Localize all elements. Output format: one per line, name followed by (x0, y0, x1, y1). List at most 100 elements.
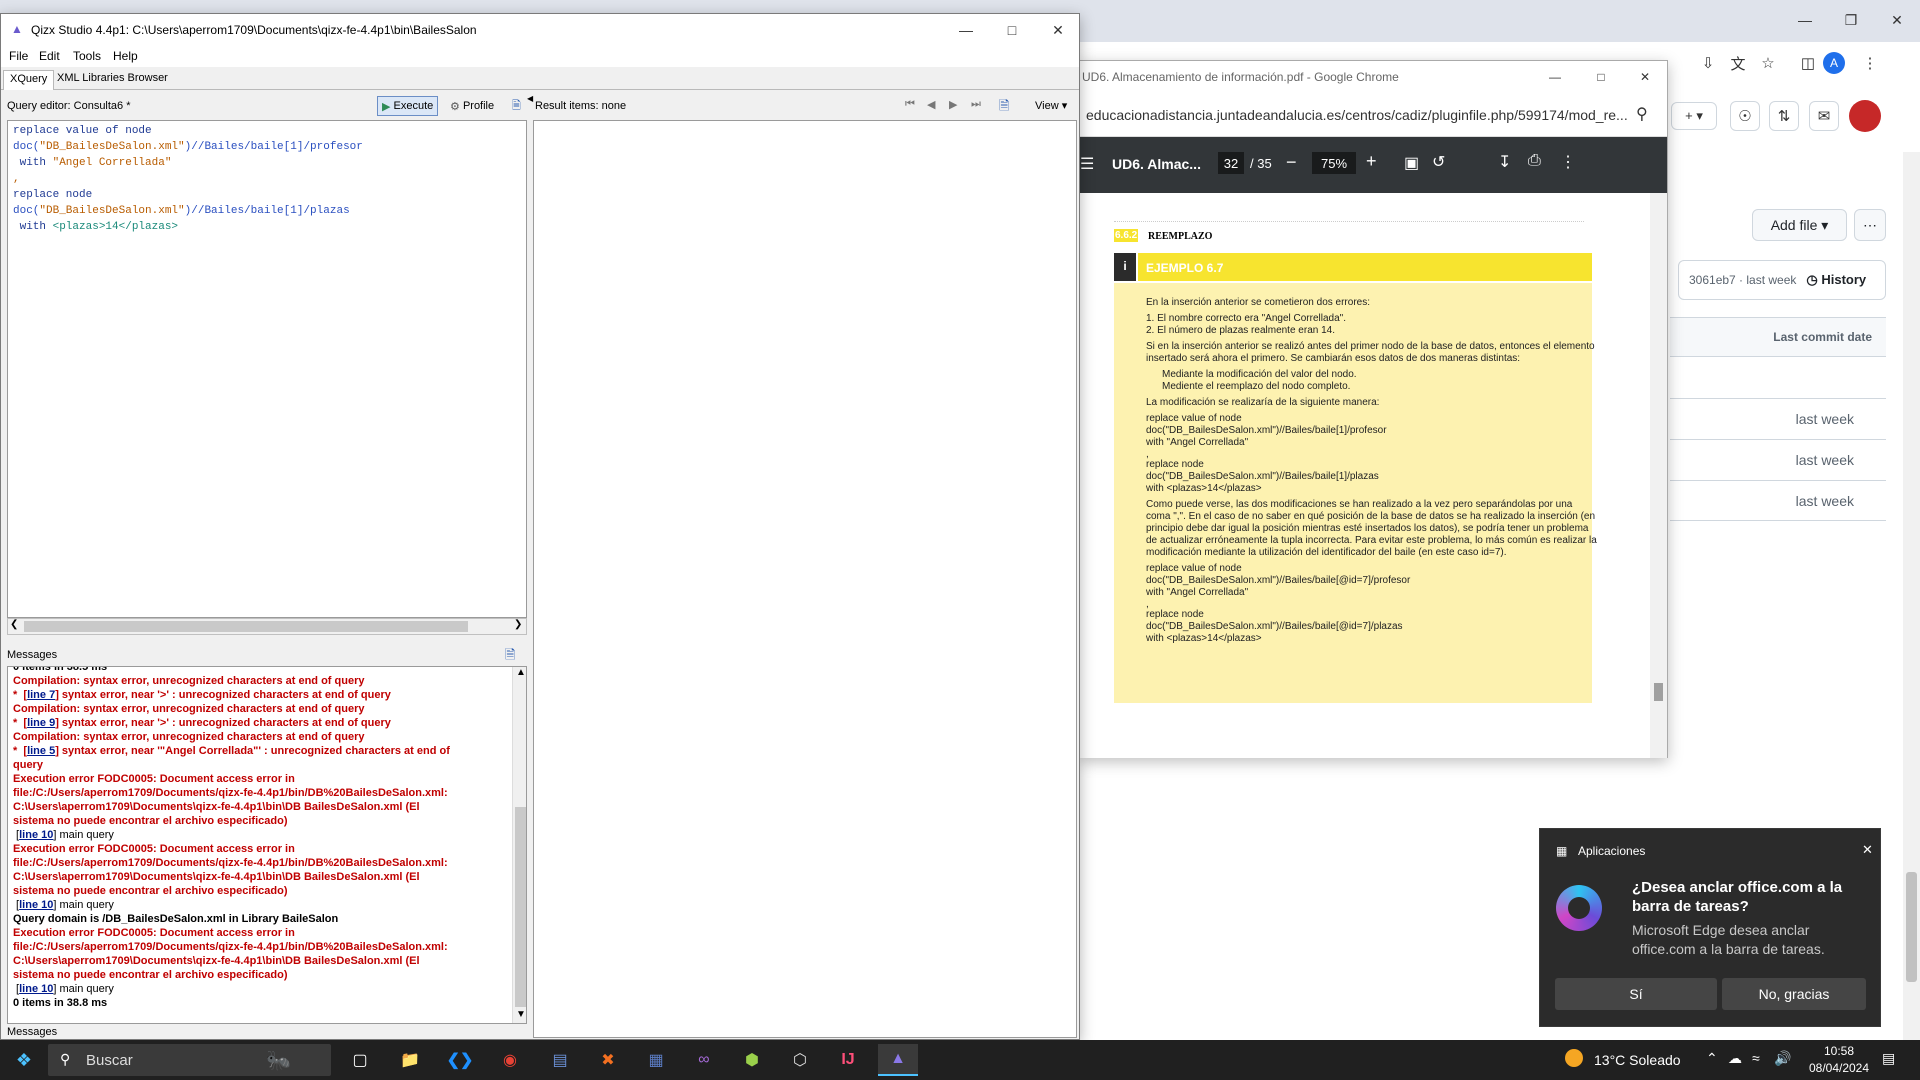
clock-date[interactable]: 08/04/2024 (1806, 1061, 1872, 1075)
bookmark-star-icon[interactable]: ☆ (1753, 48, 1783, 78)
scroll-down-icon[interactable]: ▼ (516, 1009, 526, 1020)
close-icon[interactable]: ✕ (1862, 842, 1873, 858)
unity-icon[interactable]: ⬡ (780, 1044, 820, 1076)
tab-xquery[interactable]: XQuery (3, 70, 55, 90)
menu-edit[interactable]: Edit (39, 49, 60, 63)
chrome-scrollbar[interactable] (1903, 152, 1920, 1040)
file-row-date[interactable]: last week (1670, 439, 1886, 480)
create-new-icon[interactable]: + ▾ (1671, 102, 1717, 130)
execute-button[interactable]: ▶ Execute (377, 96, 439, 116)
download-icon[interactable]: ↧ (1498, 152, 1511, 172)
profile-button[interactable]: ⚙ Profile (445, 96, 499, 116)
user-avatar[interactable] (1849, 100, 1881, 132)
vscode-icon[interactable]: ❮❯ (440, 1044, 480, 1076)
install-app-icon[interactable]: ⇩ (1693, 48, 1723, 78)
history-link[interactable]: ◷ History (1806, 272, 1866, 288)
chrome-icon[interactable]: ◉ (490, 1044, 530, 1076)
minimize-icon[interactable]: — (943, 10, 989, 50)
scroll-up-icon[interactable]: ▲ (516, 667, 526, 678)
file-row-date[interactable]: last week (1670, 398, 1886, 439)
issues-icon[interactable]: ☉ (1730, 101, 1760, 131)
volume-icon[interactable]: 🔊 (1774, 1050, 1791, 1067)
no-thanks-button[interactable]: No, gracias (1722, 978, 1866, 1010)
side-panel-icon[interactable]: ◫ (1793, 48, 1823, 78)
query-editor[interactable]: replace value of node doc("DB_BailesDeSa… (7, 120, 527, 618)
weather-text[interactable]: 13°C Soleado (1594, 1052, 1681, 1068)
scrollbar-thumb[interactable] (515, 807, 526, 1007)
close-icon[interactable]: ✕ (1874, 0, 1920, 40)
app-icon[interactable]: ⬢ (732, 1044, 772, 1076)
close-icon[interactable]: ✕ (1622, 57, 1668, 97)
page-number-input[interactable]: 32 (1218, 152, 1244, 174)
add-file-button[interactable]: Add file ▾ (1752, 209, 1847, 241)
xampp-icon[interactable]: ✖ (588, 1044, 628, 1076)
export-icon[interactable]: 🗎 (999, 97, 1009, 119)
print-icon[interactable]: ⎙ (1528, 152, 1541, 170)
commit-text[interactable]: 3061eb7 · last week (1689, 273, 1796, 287)
address-bar[interactable]: educacionadistancia.juntadeandalucia.es/… (1080, 93, 1667, 137)
menu-file[interactable]: File (9, 49, 28, 63)
intellij-icon[interactable]: IJ (828, 1044, 868, 1076)
scroll-right-icon[interactable]: ❯ (514, 619, 522, 630)
bottom-tab-messages[interactable]: Messages (7, 1026, 67, 1040)
onedrive-icon[interactable]: ☁ (1728, 1050, 1742, 1067)
search-icon[interactable]: ⚲ (1636, 104, 1648, 124)
scroll-left-icon[interactable]: ❮ (10, 619, 18, 630)
tray-chevron-icon[interactable]: ⌃ (1706, 1050, 1718, 1067)
more-icon[interactable]: ⋮ (1560, 152, 1576, 172)
url-text[interactable]: educacionadistancia.juntadeandalucia.es/… (1086, 107, 1628, 123)
line-link[interactable]: line 10 (19, 899, 53, 911)
messages-vertical-scrollbar[interactable]: ▲ ▼ (512, 667, 526, 1023)
clear-editor-icon[interactable]: 🗎 (507, 96, 526, 116)
visual-studio-icon[interactable]: ∞ (684, 1044, 724, 1076)
previous-icon[interactable]: ◀ (927, 98, 935, 111)
close-icon[interactable]: ✕ (1035, 10, 1081, 50)
menu-tools[interactable]: Tools (73, 49, 101, 63)
translate-icon[interactable]: 文 (1723, 48, 1753, 78)
line-link[interactable]: line 10 (19, 829, 53, 841)
next-icon[interactable]: ▶ (949, 98, 957, 111)
minimize-icon[interactable]: — (1782, 0, 1828, 40)
pull-requests-icon[interactable]: ⇅ (1769, 101, 1799, 131)
zoom-out-icon[interactable]: − (1286, 152, 1297, 173)
wifi-icon[interactable]: ≈ (1752, 1050, 1760, 1066)
maximize-icon[interactable]: □ (989, 10, 1035, 50)
clear-messages-icon[interactable]: 🗎 (505, 646, 515, 668)
first-page-icon[interactable]: ⏮ (905, 98, 915, 111)
task-view-icon[interactable]: ▢ (340, 1044, 380, 1076)
editor-horizontal-scrollbar[interactable]: ❮ ❯ (7, 618, 527, 635)
yes-button[interactable]: Sí (1555, 978, 1717, 1010)
scrollbar-thumb[interactable] (1654, 683, 1663, 701)
fit-page-icon[interactable]: ▣ (1404, 153, 1419, 173)
file-row-date[interactable]: last week (1670, 480, 1886, 521)
minimize-icon[interactable]: — (1532, 57, 1578, 97)
view-dropdown[interactable]: View ▾ (1035, 99, 1067, 112)
notifications-icon[interactable]: ▤ (1882, 1050, 1895, 1067)
scrollbar-thumb[interactable] (1906, 872, 1917, 982)
start-icon[interactable]: ❖ (4, 1044, 44, 1076)
line-link[interactable]: line 5 (27, 745, 55, 757)
more-options-icon[interactable]: ⋯ (1854, 209, 1886, 241)
search-box[interactable]: ⚲ Buscar 🐜 (48, 1044, 331, 1076)
scrollbar-thumb[interactable] (24, 621, 468, 632)
maximize-icon[interactable]: □ (1578, 57, 1624, 97)
clock-time[interactable]: 10:58 (1812, 1044, 1866, 1058)
app-icon[interactable]: ▤ (540, 1044, 580, 1076)
file-explorer-icon[interactable]: 📁 (390, 1044, 430, 1076)
restore-icon[interactable]: ❐ (1828, 0, 1874, 40)
last-page-icon[interactable]: ⏭ (971, 98, 981, 111)
menu-icon[interactable]: ☰ (1080, 154, 1094, 174)
menu-help[interactable]: Help (113, 49, 138, 63)
profile-avatar[interactable]: A (1823, 52, 1845, 74)
line-link[interactable]: line 7 (27, 689, 55, 701)
qizx-taskbar-icon[interactable]: ▲ (878, 1044, 918, 1076)
rotate-icon[interactable]: ↺ (1432, 152, 1445, 172)
line-link[interactable]: line 10 (19, 983, 53, 995)
line-link[interactable]: line 9 (27, 717, 55, 729)
tab-xml-libraries-browser[interactable]: XML Libraries Browser (51, 70, 174, 90)
zoom-level-input[interactable]: 75% (1312, 152, 1356, 174)
workbench-icon[interactable]: ▦ (636, 1044, 676, 1076)
inbox-icon[interactable]: ✉ (1809, 101, 1839, 131)
chrome-menu-icon[interactable]: ⋮ (1855, 48, 1885, 78)
pdf-scrollbar[interactable] (1650, 193, 1667, 758)
